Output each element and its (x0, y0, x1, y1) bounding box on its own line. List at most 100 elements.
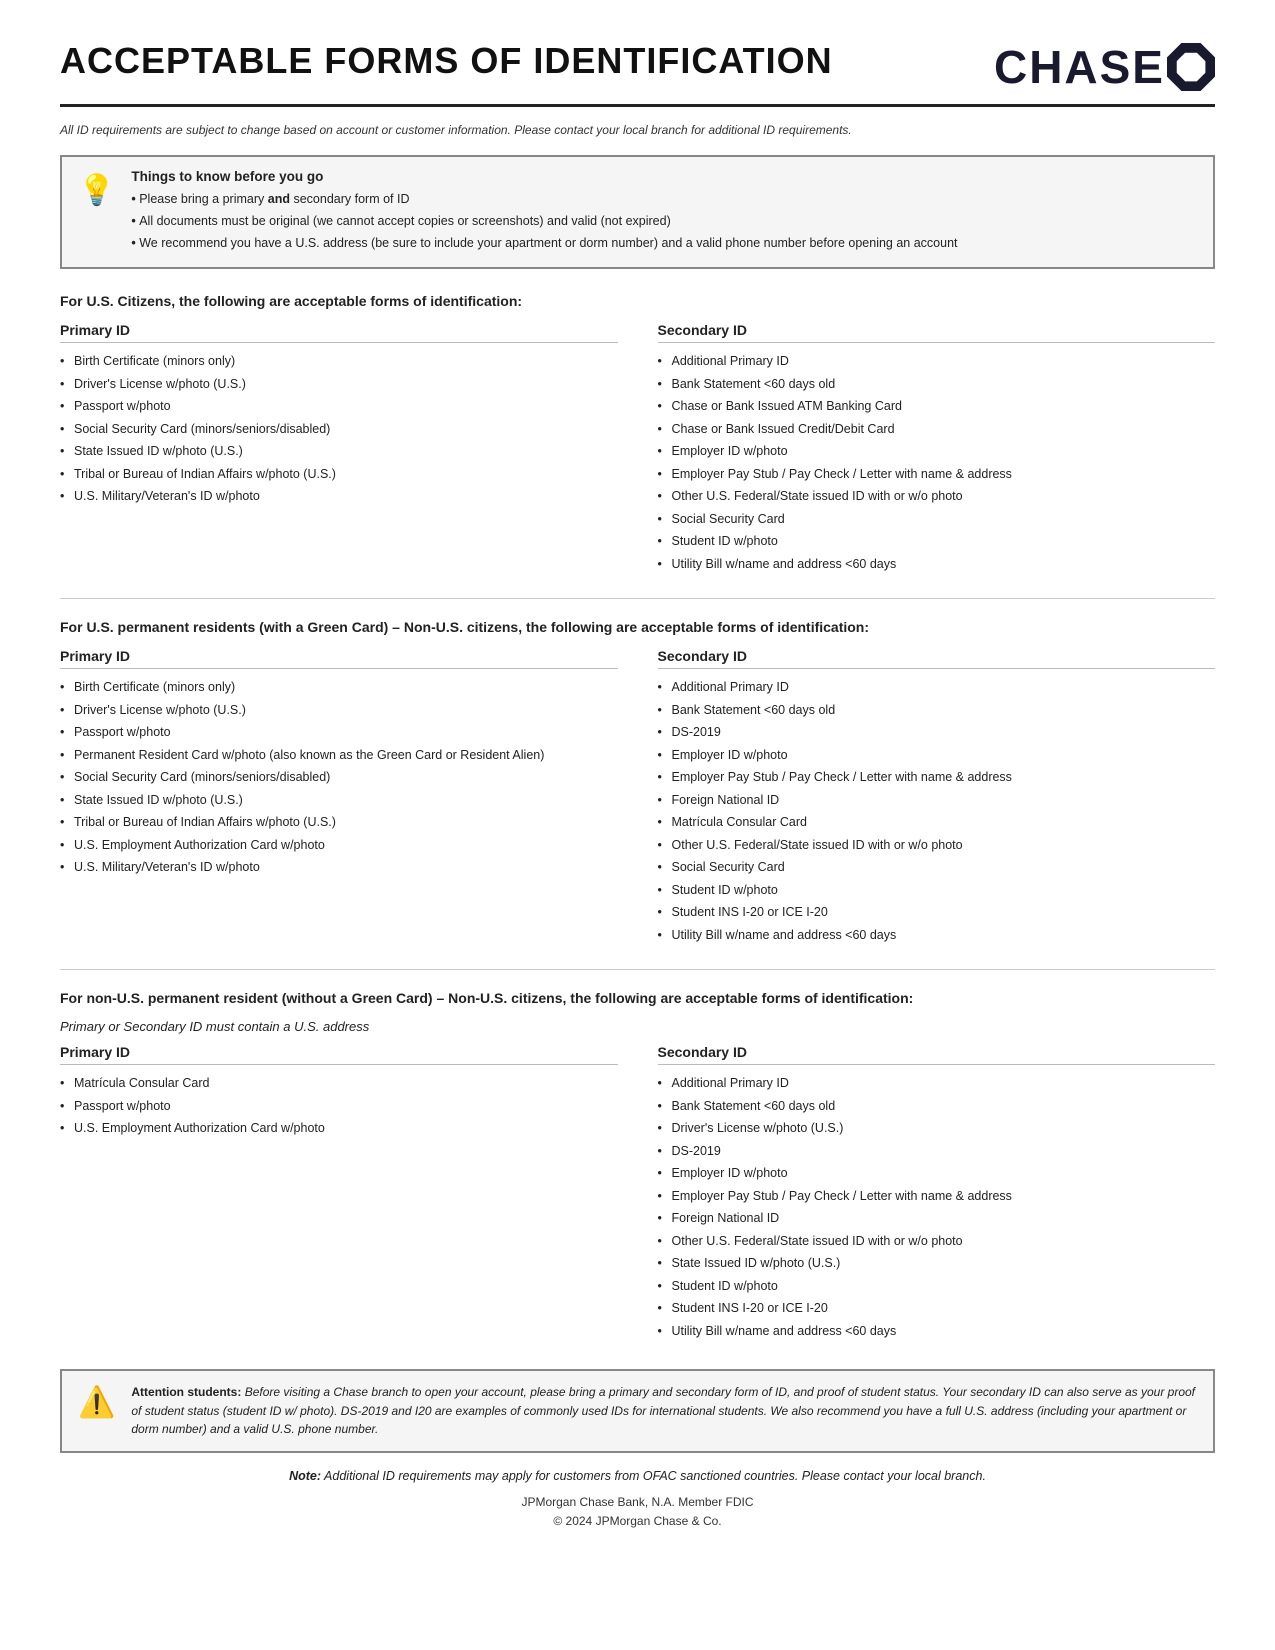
chase-logo: CHASE (994, 40, 1215, 94)
non-perm-primary-label: Primary ID (60, 1044, 618, 1065)
list-item: Passport w/photo (60, 724, 618, 742)
list-item: Tribal or Bureau of Indian Affairs w/pho… (60, 814, 618, 832)
list-item: Other U.S. Federal/State issued ID with … (658, 1233, 1216, 1251)
list-item: Social Security Card (658, 859, 1216, 877)
note-body: Additional ID requirements may apply for… (324, 1469, 986, 1483)
attention-body: Before visiting a Chase branch to open y… (131, 1385, 1195, 1436)
list-item: Social Security Card (minors/seniors/dis… (60, 421, 618, 439)
list-item: Driver's License w/photo (U.S.) (658, 1120, 1216, 1138)
section-divider-1 (60, 598, 1215, 599)
list-item: Student ID w/photo (658, 882, 1216, 900)
us-citizens-secondary-col: Secondary ID Additional Primary ID Bank … (658, 322, 1216, 578)
list-item: Foreign National ID (658, 792, 1216, 810)
list-item: Additional Primary ID (658, 1075, 1216, 1093)
list-item: Passport w/photo (60, 398, 618, 416)
list-item: U.S. Military/Veteran's ID w/photo (60, 488, 618, 506)
list-item: DS-2019 (658, 1143, 1216, 1161)
list-item: Employer Pay Stub / Pay Check / Letter w… (658, 1188, 1216, 1206)
list-item: Permanent Resident Card w/photo (also kn… (60, 747, 618, 765)
info-box: 💡 Things to know before you go Please br… (60, 155, 1215, 269)
perm-residents-secondary-col: Secondary ID Additional Primary ID Bank … (658, 648, 1216, 949)
list-item: State Issued ID w/photo (U.S.) (60, 792, 618, 810)
list-item: Additional Primary ID (658, 679, 1216, 697)
list-item: Bank Statement <60 days old (658, 376, 1216, 394)
us-citizens-primary-list: Birth Certificate (minors only) Driver's… (60, 353, 618, 506)
list-item: Employer ID w/photo (658, 1165, 1216, 1183)
list-item: Passport w/photo (60, 1098, 618, 1116)
list-item: Utility Bill w/name and address <60 days (658, 556, 1216, 574)
list-item: Student INS I-20 or ICE I-20 (658, 1300, 1216, 1318)
list-item: Employer Pay Stub / Pay Check / Letter w… (658, 466, 1216, 484)
list-item: Other U.S. Federal/State issued ID with … (658, 488, 1216, 506)
info-box-title: Things to know before you go (131, 169, 957, 184)
footer-line1: JPMorgan Chase Bank, N.A. Member FDIC (60, 1493, 1215, 1512)
chase-octagon-icon (1167, 43, 1215, 91)
list-item: U.S. Employment Authorization Card w/pho… (60, 1120, 618, 1138)
perm-residents-secondary-list: Additional Primary ID Bank Statement <60… (658, 679, 1216, 944)
list-item: DS-2019 (658, 724, 1216, 742)
info-box-content: Things to know before you go Please brin… (131, 169, 957, 255)
list-item: Birth Certificate (minors only) (60, 353, 618, 371)
list-item: Chase or Bank Issued ATM Banking Card (658, 398, 1216, 416)
attention-text-content: Attention students: Before visiting a Ch… (131, 1383, 1197, 1439)
non-perm-secondary-col: Secondary ID Additional Primary ID Bank … (658, 1044, 1216, 1345)
section-divider-2 (60, 969, 1215, 970)
us-citizens-heading: For U.S. Citizens, the following are acc… (60, 291, 1215, 312)
perm-residents-secondary-label: Secondary ID (658, 648, 1216, 669)
list-item: Utility Bill w/name and address <60 days (658, 927, 1216, 945)
non-perm-columns: Primary ID Matrícula Consular Card Passp… (60, 1044, 1215, 1345)
list-item: Student ID w/photo (658, 1278, 1216, 1296)
list-item: Matrícula Consular Card (60, 1075, 618, 1093)
list-item: Additional Primary ID (658, 353, 1216, 371)
perm-residents-primary-list: Birth Certificate (minors only) Driver's… (60, 679, 618, 877)
attention-label: Attention students: (131, 1385, 241, 1399)
perm-residents-primary-label: Primary ID (60, 648, 618, 669)
page-header: ACCEPTABLE FORMS OF IDENTIFICATION CHASE (60, 40, 1215, 107)
perm-residents-columns: Primary ID Birth Certificate (minors onl… (60, 648, 1215, 949)
page-title: ACCEPTABLE FORMS OF IDENTIFICATION (60, 40, 833, 82)
list-item: Driver's License w/photo (U.S.) (60, 376, 618, 394)
us-citizens-primary-col: Primary ID Birth Certificate (minors onl… (60, 322, 618, 578)
footer: JPMorgan Chase Bank, N.A. Member FDIC © … (60, 1493, 1215, 1531)
list-item: State Issued ID w/photo (U.S.) (658, 1255, 1216, 1273)
list-item: Employer ID w/photo (658, 443, 1216, 461)
non-perm-primary-list: Matrícula Consular Card Passport w/photo… (60, 1075, 618, 1138)
non-perm-primary-col: Primary ID Matrícula Consular Card Passp… (60, 1044, 618, 1345)
non-perm-heading: For non-U.S. permanent resident (without… (60, 988, 1215, 1009)
attention-box: ⚠️ Attention students: Before visiting a… (60, 1369, 1215, 1453)
perm-residents-heading: For U.S. permanent residents (with a Gre… (60, 617, 1215, 638)
us-citizens-primary-label: Primary ID (60, 322, 618, 343)
list-item: Employer Pay Stub / Pay Check / Letter w… (658, 769, 1216, 787)
list-item: Chase or Bank Issued Credit/Debit Card (658, 421, 1216, 439)
list-item: Student ID w/photo (658, 533, 1216, 551)
list-item: Student INS I-20 or ICE I-20 (658, 904, 1216, 922)
list-item: Other U.S. Federal/State issued ID with … (658, 837, 1216, 855)
perm-residents-primary-col: Primary ID Birth Certificate (minors onl… (60, 648, 618, 949)
list-item: Social Security Card (658, 511, 1216, 529)
lightbulb-icon: 💡 (78, 173, 115, 208)
info-item-3: We recommend you have a U.S. address (be… (131, 234, 957, 253)
list-item: Matrícula Consular Card (658, 814, 1216, 832)
list-item: Employer ID w/photo (658, 747, 1216, 765)
disclaimer-text: All ID requirements are subject to chang… (60, 121, 1215, 139)
us-citizens-secondary-list: Additional Primary ID Bank Statement <60… (658, 353, 1216, 573)
list-item: Social Security Card (minors/seniors/dis… (60, 769, 618, 787)
info-item-1: Please bring a primary and secondary for… (131, 190, 957, 209)
chase-brand-text: CHASE (994, 40, 1165, 94)
list-item: U.S. Employment Authorization Card w/pho… (60, 837, 618, 855)
list-item: U.S. Military/Veteran's ID w/photo (60, 859, 618, 877)
non-perm-subtitle: Primary or Secondary ID must contain a U… (60, 1019, 1215, 1034)
list-item: Birth Certificate (minors only) (60, 679, 618, 697)
info-item-2: All documents must be original (we canno… (131, 212, 957, 231)
warning-icon: ⚠️ (78, 1385, 115, 1420)
us-citizens-columns: Primary ID Birth Certificate (minors onl… (60, 322, 1215, 578)
us-citizens-secondary-label: Secondary ID (658, 322, 1216, 343)
non-perm-secondary-list: Additional Primary ID Bank Statement <60… (658, 1075, 1216, 1340)
list-item: State Issued ID w/photo (U.S.) (60, 443, 618, 461)
info-box-list: Please bring a primary and secondary for… (131, 190, 957, 252)
list-item: Tribal or Bureau of Indian Affairs w/pho… (60, 466, 618, 484)
list-item: Foreign National ID (658, 1210, 1216, 1228)
list-item: Utility Bill w/name and address <60 days (658, 1323, 1216, 1341)
footer-line2: © 2024 JPMorgan Chase & Co. (60, 1512, 1215, 1531)
non-perm-secondary-label: Secondary ID (658, 1044, 1216, 1065)
